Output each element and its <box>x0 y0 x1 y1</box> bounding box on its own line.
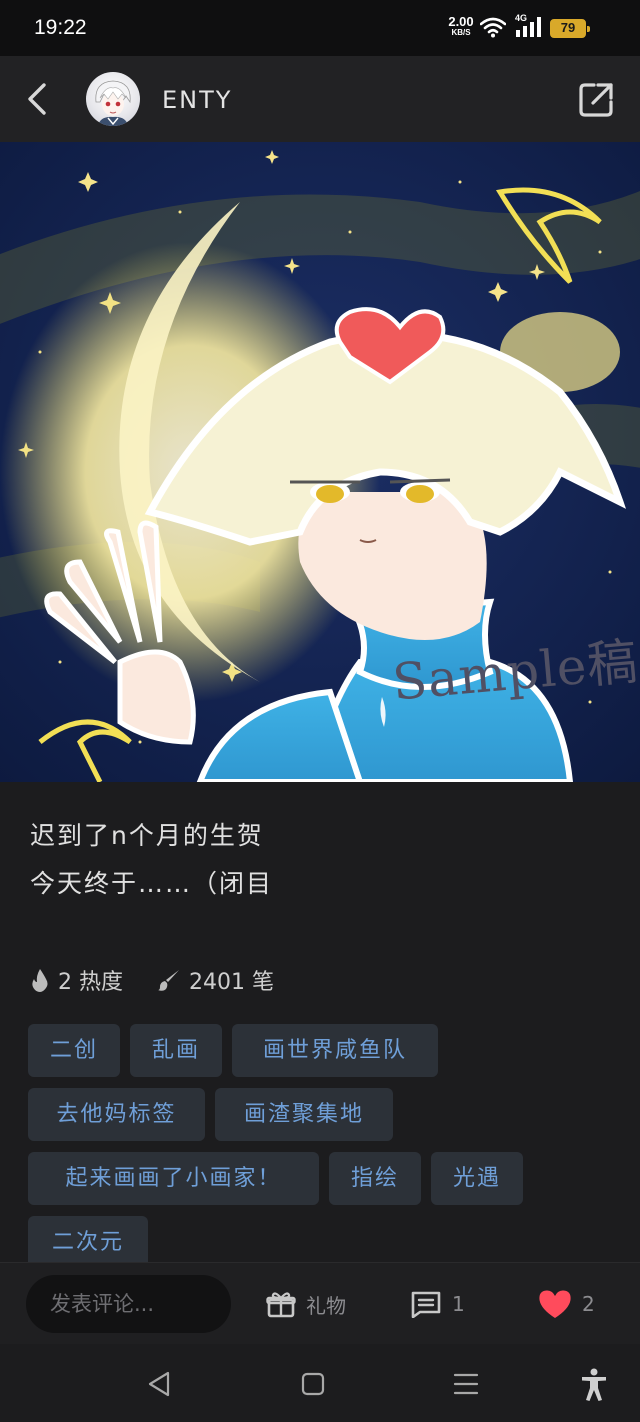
cellular-signal-icon <box>516 17 541 37</box>
back-triangle-icon[interactable] <box>142 1366 178 1402</box>
battery-level: 79 <box>560 20 576 35</box>
comment-icon <box>411 1291 441 1318</box>
comment-input[interactable] <box>26 1275 231 1333</box>
home-square-icon[interactable] <box>295 1366 331 1402</box>
like-button[interactable]: 2 <box>538 1281 595 1327</box>
tag-chip[interactable]: 去他妈标签 <box>28 1088 205 1141</box>
menu-lines-icon[interactable] <box>448 1366 484 1402</box>
comment-button[interactable]: 1 <box>410 1281 465 1327</box>
artwork-image[interactable]: Sample稿 <box>0 142 640 782</box>
tag-chip[interactable]: 起来画画了小画家！ <box>28 1152 319 1205</box>
network-speed-value: 2.00 <box>448 14 474 29</box>
battery-icon: 79 <box>550 19 590 38</box>
brush-icon <box>158 970 179 991</box>
share-icon[interactable] <box>576 80 616 120</box>
avatar[interactable] <box>86 72 140 126</box>
tag-chip[interactable]: 二创 <box>28 1024 120 1077</box>
post-stats: 2 热度 2401 笔 <box>30 962 308 998</box>
post-description: 迟到了n个月的生贺 今天终于……（闭目 <box>30 812 610 908</box>
comment-count: 1 <box>452 1292 465 1316</box>
back-arrow-icon[interactable] <box>18 78 58 120</box>
description-line: 迟到了n个月的生贺 <box>30 821 264 850</box>
description-line: 今天终于……（闭目 <box>30 869 274 898</box>
tag-chip[interactable]: 乱画 <box>130 1024 222 1077</box>
like-count: 2 <box>582 1292 595 1316</box>
gift-icon <box>266 1292 296 1318</box>
gift-button[interactable]: 礼物 <box>266 1281 346 1327</box>
bottom-action-bar: 礼物 1 2 <box>0 1262 640 1344</box>
heart-icon <box>539 1290 571 1318</box>
network-speed-unit: KB/S <box>451 28 471 37</box>
wifi-icon <box>480 17 506 38</box>
tag-chip[interactable]: 指绘 <box>329 1152 421 1205</box>
network-speed: 2.00 KB/S <box>444 15 478 37</box>
tag-chip[interactable]: 二次元 <box>28 1216 148 1262</box>
username[interactable]: ENTY <box>162 86 232 114</box>
flame-icon <box>32 969 48 992</box>
tag-chip[interactable]: 光遇 <box>431 1152 523 1205</box>
strokes-stat: 2401 笔 <box>157 964 274 996</box>
tag-chip[interactable]: 画世界咸鱼队 <box>232 1024 438 1077</box>
heat-stat: 2 热度 <box>30 964 123 996</box>
gift-label: 礼物 <box>306 1293 346 1318</box>
system-navigation-bar <box>0 1344 640 1422</box>
status-time: 19:22 <box>34 16 87 39</box>
accessibility-icon[interactable] <box>576 1366 612 1402</box>
strokes-label: 2401 笔 <box>189 970 274 995</box>
status-bar: 19:22 2.00 KB/S 4G 79 <box>0 0 640 56</box>
heat-label: 2 热度 <box>58 970 123 995</box>
tag-chip[interactable]: 画渣聚集地 <box>215 1088 393 1141</box>
